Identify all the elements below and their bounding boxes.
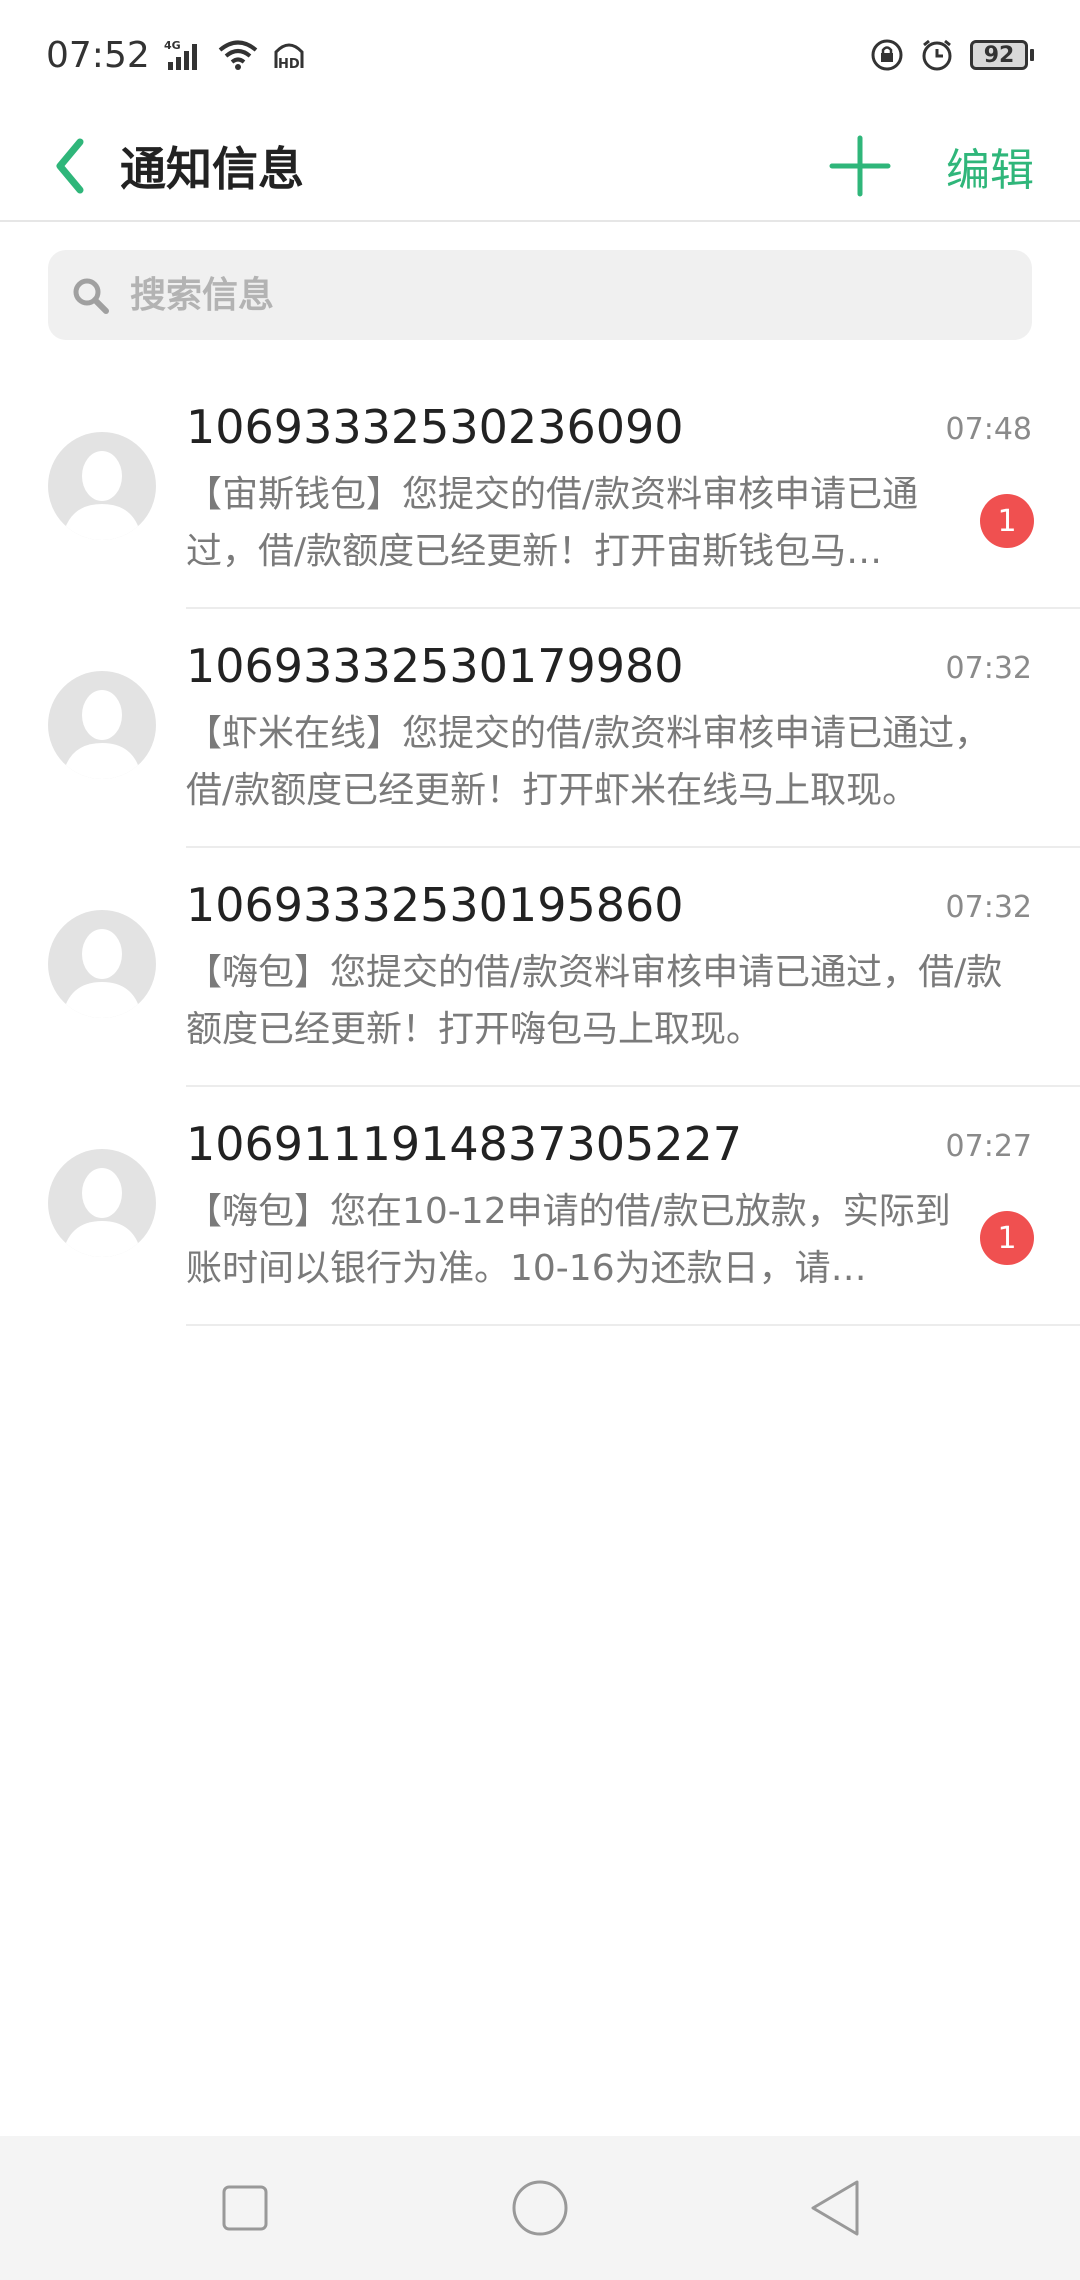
wifi-icon: [218, 39, 258, 71]
message-preview: 【宙斯钱包】您提交的借/款资料审核申请已通过，借/款额度已经更新！打开宙斯钱包马…: [186, 474, 919, 572]
message-sender: 10693332530236090: [186, 400, 684, 454]
svg-text:HD: HD: [278, 57, 300, 72]
status-time: 07:52: [46, 34, 150, 76]
edit-button[interactable]: 编辑: [946, 110, 1034, 222]
person-placeholder-icon: [62, 451, 142, 540]
person-placeholder-icon: [62, 690, 142, 779]
plus-icon: [829, 135, 891, 197]
new-message-button[interactable]: [828, 134, 892, 198]
message-sender: 10693332530179980: [186, 639, 684, 693]
signal-icon: 4G: [164, 38, 204, 72]
divider: [186, 1324, 1080, 1326]
status-bar: 07:52 4G HD 92: [0, 0, 1080, 110]
recent-apps-button[interactable]: [210, 2173, 280, 2243]
search-icon: [73, 278, 109, 314]
square-icon: [222, 2185, 268, 2231]
back-button[interactable]: [40, 128, 100, 204]
home-button[interactable]: [505, 2173, 575, 2243]
message-time: 07:48: [945, 412, 1032, 447]
unread-badge: 1: [980, 1211, 1034, 1265]
status-left: 07:52 4G HD: [46, 35, 306, 76]
message-time: 07:27: [945, 1129, 1032, 1164]
system-nav-bar: [0, 2136, 1080, 2280]
message-preview: 【虾米在线】您提交的借/款资料审核申请已通过，借/款额度已经更新！打开虾米在线马…: [186, 713, 991, 811]
message-preview: 【嗨包】您提交的借/款资料审核申请已通过，借/款额度已经更新！打开嗨包马上取现。: [186, 952, 1003, 1050]
lock-rotation-icon: [870, 38, 904, 72]
search-input[interactable]: [128, 273, 988, 317]
message-item[interactable]: 10693332530195860 07:32 【嗨包】您提交的借/款资料审核申…: [0, 848, 1080, 1087]
message-preview: 【嗨包】您在10-12申请的借/款已放款，实际到账时间以银行为准。10-16为还…: [186, 1191, 951, 1289]
status-right: 92: [870, 38, 1034, 72]
unread-badge: 1: [980, 494, 1034, 548]
avatar: [48, 910, 156, 1018]
page-title: 通知信息: [120, 142, 304, 196]
avatar: [48, 432, 156, 540]
message-list: 10693332530236090 07:48 【宙斯钱包】您提交的借/款资料审…: [0, 370, 1080, 1326]
avatar: [48, 671, 156, 779]
circle-icon: [512, 2180, 568, 2236]
alarm-icon: [920, 38, 954, 72]
battery-icon: 92: [970, 40, 1034, 70]
message-item[interactable]: 1069111914837305227 07:27 【嗨包】您在10-12申请的…: [0, 1087, 1080, 1326]
message-item[interactable]: 10693332530236090 07:48 【宙斯钱包】您提交的借/款资料审…: [0, 370, 1080, 609]
app-header: 通知信息 编辑: [0, 110, 1080, 222]
chevron-left-icon: [56, 138, 84, 194]
message-item[interactable]: 10693332530179980 07:32 【虾米在线】您提交的借/款资料审…: [0, 609, 1080, 848]
hd-icon: HD: [272, 38, 306, 72]
message-time: 07:32: [945, 890, 1032, 925]
avatar: [48, 1149, 156, 1257]
search-bar[interactable]: [48, 250, 1032, 340]
network-type-label: 4G: [164, 39, 181, 52]
person-placeholder-icon: [62, 1168, 142, 1257]
person-placeholder-icon: [62, 929, 142, 1018]
message-sender: 1069111914837305227: [186, 1117, 743, 1171]
battery-level: 92: [970, 40, 1028, 70]
message-time: 07:32: [945, 651, 1032, 686]
triangle-back-icon: [811, 2180, 859, 2236]
back-nav-button[interactable]: [800, 2173, 870, 2243]
message-sender: 10693332530195860: [186, 878, 684, 932]
